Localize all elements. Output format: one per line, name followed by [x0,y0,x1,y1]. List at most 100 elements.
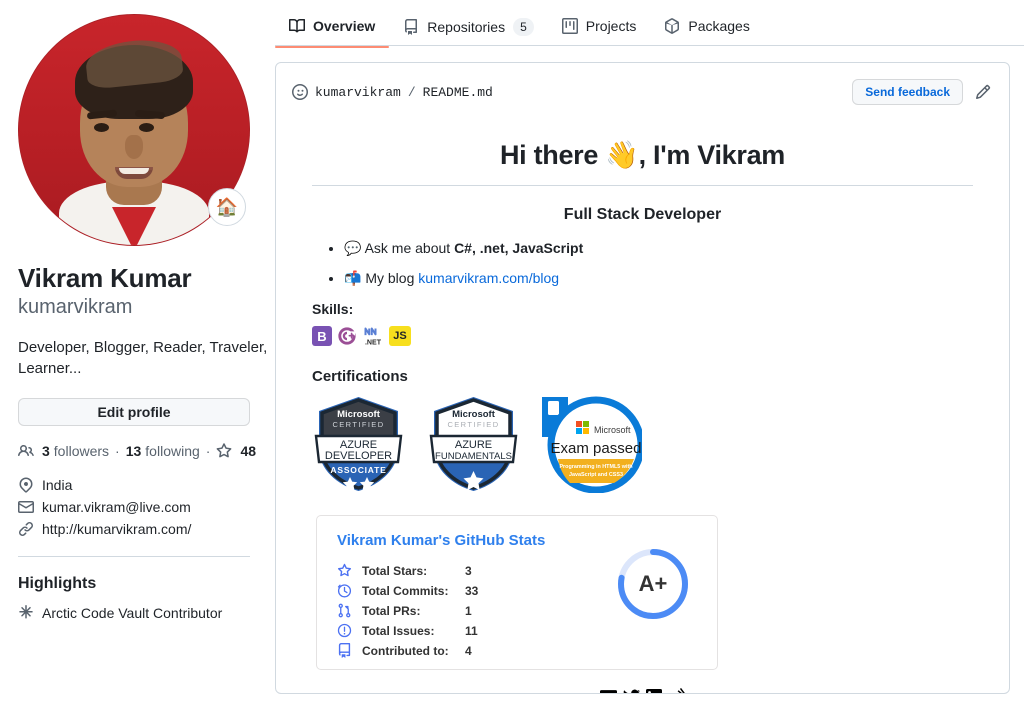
bullet-prefix-blog: My blog [365,270,419,286]
grade-ring: A+ [615,546,691,622]
skill-badges: B .NET JS [312,326,973,346]
link-icon [18,521,34,537]
avatar-eye-left [94,123,109,132]
followers-row: 3 followers · 13 following · 48 [18,443,268,459]
certifications-label: Certifications [312,368,408,385]
repo-icon [403,19,419,35]
bullet-prefix: Ask me about [364,240,455,256]
tab-packages[interactable]: Packages [650,11,763,48]
following-label[interactable]: following [145,443,199,459]
profile-sidebar: 🏠 Vikram Kumar kumarvikram Developer, Bl… [18,14,268,621]
status-emoji-badge[interactable]: 🏠 [208,188,246,226]
detail-location: India [18,477,268,493]
profile-details: India kumar.vikram@live.com http://kumar… [18,477,268,537]
stars-count[interactable]: 48 [240,443,256,459]
bootstrap-icon[interactable]: B [312,326,332,346]
blog-link[interactable]: kumarvikram.com/blog [418,270,559,286]
stat-label-total-commits: Total Commits: [362,584,449,598]
stat-value-total-stars: 3 [465,564,472,578]
stat-row-contributed-to: Contributed to: 4 [337,643,697,659]
detail-email-text[interactable]: kumar.vikram@live.com [42,499,191,515]
edit-profile-button[interactable]: Edit profile [18,398,250,426]
svg-text:.NET: .NET [365,338,382,346]
profile-tabs: Overview Repositories 5 Projects Package… [275,0,1024,48]
followers-label[interactable]: followers [54,443,109,459]
grade-label: A+ [638,571,668,596]
svg-text:Programming in HTML5 with: Programming in HTML5 with [559,464,632,470]
avatar-teeth [119,168,149,174]
location-icon [18,477,34,493]
highlight-arctic-code-vault[interactable]: Arctic Code Vault Contributor [18,605,268,621]
tab-overview-label: Overview [313,18,376,34]
detail-website: http://kumarvikram.com/ [18,521,268,537]
breadcrumb-owner[interactable]: kumarvikram [315,85,401,100]
followers-count[interactable]: 3 [42,443,50,459]
detail-website-text[interactable]: http://kumarvikram.com/ [42,521,191,537]
github-stats-card: Vikram Kumar's GitHub Stats Total Stars:… [316,515,718,670]
profile-full-name: Vikram Kumar [18,263,192,293]
tab-overview[interactable]: Overview [275,11,390,48]
github-profile-page: Overview Repositories 5 Projects Package… [0,0,1024,701]
avatar-container: 🏠 [18,14,250,246]
breadcrumb-file[interactable]: README.md [423,85,493,100]
exam-passed-badge[interactable]: Microsoft Exam passed Programming in HTM… [542,395,645,494]
stat-label-contributed-to: Contributed to: [362,644,449,658]
stat-label-total-issues: Total Issues: [362,624,435,638]
azure-developer-associate-badge[interactable]: Microsoft CERTIFIED AZURE DEVELOPER ASSO… [312,395,405,493]
sidebar-divider [18,556,250,557]
repositories-count: 5 [513,18,534,36]
tab-repositories[interactable]: Repositories 5 [389,11,548,50]
svg-text:Microsoft: Microsoft [337,409,381,420]
bullet-ask-me-about: 💬 Ask me about C#, .net, JavaScript [344,238,973,259]
stackoverflow-icon[interactable] [669,688,686,693]
certification-badges: Microsoft CERTIFIED AZURE DEVELOPER ASSO… [312,395,973,494]
breadcrumb: kumarvikram / README.md [292,84,493,100]
svg-text:FUNDAMENTALS: FUNDAMENTALS [435,451,512,462]
readme-heading: Hi there 👋, I'm Vikram [312,115,973,186]
profile-username: kumarvikram [18,295,133,318]
svg-text:CERTIFIED: CERTIFIED [447,420,499,429]
send-feedback-button[interactable]: Send feedback [852,79,963,105]
readme-content: Hi there 👋, I'm Vikram Full Stack Develo… [276,115,1009,693]
dotnet-icon[interactable]: .NET [362,326,384,346]
arctic-vault-icon [18,605,34,621]
linkedin-icon[interactable] [646,688,663,693]
pencil-icon[interactable] [973,82,993,102]
following-count[interactable]: 13 [126,443,142,459]
highlights-title: Highlights [18,575,97,592]
stat-label-total-prs: Total PRs: [362,604,421,618]
tab-packages-label: Packages [688,18,750,34]
skills-label: Skills: [312,301,354,317]
smiley-icon [292,84,308,100]
avatar-nose [125,135,143,159]
svg-text:Microsoft: Microsoft [594,425,631,435]
stat-value-total-issues: 11 [465,624,478,638]
mail-icon [18,499,34,515]
azure-fundamentals-badge[interactable]: Microsoft CERTIFIED AZURE FUNDAMENTALS [427,395,520,493]
twitter-icon[interactable] [623,688,640,693]
package-icon [664,18,680,34]
stat-row-total-issues: Total Issues: 11 [337,623,697,639]
star-icon [216,443,232,459]
stat-value-total-prs: 1 [465,604,472,618]
tab-repositories-label: Repositories [427,19,506,35]
issue-icon [337,623,353,639]
highlight-label: Arctic Code Vault Contributor [42,605,223,621]
stat-value-total-commits: 33 [465,584,479,598]
tab-projects[interactable]: Projects [548,11,651,48]
clock-icon [337,583,353,599]
stat-label-total-stars: Total Stars: [362,564,428,578]
bullet-emoji-speech: 💬 [344,240,362,256]
bullet-emoji-mailbox: 📬 [344,270,362,286]
javascript-icon[interactable]: JS [389,326,411,346]
svg-text:Microsoft: Microsoft [452,409,496,420]
people-icon [18,443,34,459]
breadcrumb-slash: / [407,84,416,100]
devto-icon[interactable]: DEV [599,688,617,693]
svg-text:ASSOCIATE: ASSOCIATE [330,465,386,475]
svg-text:AZURE: AZURE [455,439,492,451]
bullet-bold: C#, .net, JavaScript [454,240,584,256]
project-icon [561,18,578,34]
csharp-icon[interactable] [337,326,357,346]
detail-email: kumar.vikram@live.com [18,499,268,515]
